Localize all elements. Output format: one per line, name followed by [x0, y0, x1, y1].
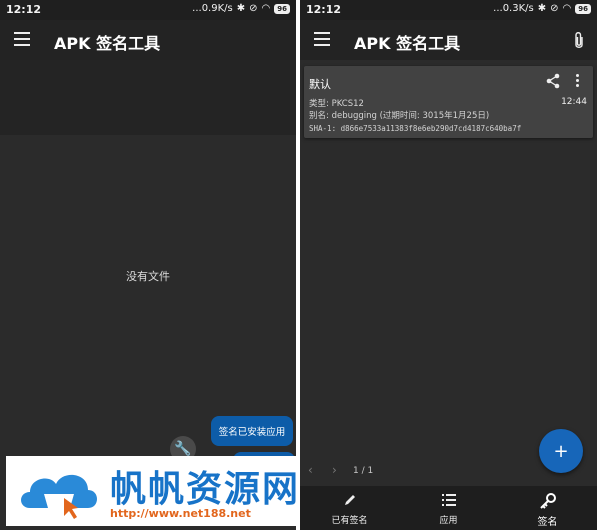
nav-item-sign[interactable]: 签名 [498, 486, 597, 530]
keystore-type: 类型: PKCS12 [309, 99, 364, 109]
header-band [0, 60, 296, 135]
network-speed: ...0.9K/s [192, 3, 233, 14]
chevron-right-icon[interactable]: › [332, 463, 337, 477]
mute-icon: ⊘ [550, 3, 559, 14]
app-bar: APK 签名工具 [0, 20, 296, 60]
nav-label: 应用 [439, 516, 458, 526]
nav-item-signed[interactable]: 已有签名 [300, 486, 399, 530]
keystore-alias: 别名: debugging (过期时间: 3015年1月25日) [309, 111, 490, 121]
battery-icon: 96 [274, 3, 290, 14]
status-bar: 12:12 ...0.9K/s ✱ ⊘ ◠ 96 [0, 0, 296, 20]
status-time: 12:12 [306, 3, 342, 16]
share-icon[interactable] [545, 73, 561, 89]
paperclip-icon[interactable] [573, 32, 585, 50]
nav-label: 已有签名 [331, 516, 368, 526]
bluetooth-icon: ✱ [236, 3, 246, 14]
app-title: APK 签名工具 [354, 34, 461, 53]
status-bar: 12:12 ...0.3K/s ✱ ⊘ ◠ 96 [300, 0, 597, 20]
watermark-title: 帆帆资源网 [110, 468, 301, 510]
list-icon [441, 494, 456, 506]
bluetooth-icon: ✱ [537, 3, 547, 14]
page-indicator: 1 / 1 [353, 466, 374, 476]
watermark-url: http://www.net188.net [110, 507, 251, 520]
keystore-card[interactable]: 默认 12:44 类型: PKCS12 别名: debugging (过期时间:… [304, 66, 593, 138]
nav-item-apps[interactable]: 应用 [399, 486, 498, 530]
more-options-icon[interactable] [576, 74, 580, 88]
card-time: 12:44 [561, 97, 587, 107]
status-icons: ...0.3K/s ✱ ⊘ ◠ 96 [493, 3, 591, 14]
card-title: 默认 [309, 78, 331, 91]
cloud-cart-logo [21, 474, 97, 519]
wifi-icon: ◠ [261, 3, 271, 14]
watermark-banner: 帆帆资源网 http://www.net188.net [6, 456, 304, 526]
network-speed: ...0.3K/s [493, 3, 534, 14]
app-title: APK 签名工具 [54, 34, 161, 53]
battery-icon: 96 [575, 3, 591, 14]
nav-label: 签名 [537, 517, 558, 528]
status-time: 12:12 [6, 3, 42, 16]
menu-icon[interactable] [314, 32, 330, 46]
empty-state-message: 没有文件 [126, 270, 170, 283]
wifi-icon: ◠ [562, 3, 572, 14]
mute-icon: ⊘ [249, 3, 258, 14]
sign-installed-app-button[interactable]: 签名已安装应用 [211, 416, 293, 446]
pager: ‹ › 1 / 1 [300, 457, 597, 485]
keystore-sha1: SHA-1: d866e7533a11383f8e6eb290d7cd4187c… [309, 124, 522, 133]
status-icons: ...0.9K/s ✱ ⊘ ◠ 96 [192, 3, 290, 14]
app-bar: APK 签名工具 [300, 20, 597, 60]
right-screen: 12:12 ...0.3K/s ✱ ⊘ ◠ 96 APK 签名工具 默认 12:… [300, 0, 597, 530]
chevron-left-icon[interactable]: ‹ [308, 463, 313, 477]
bottom-navigation: 已有签名 应用 签名 [300, 486, 597, 530]
menu-icon[interactable] [14, 32, 30, 46]
left-screen: 12:12 ...0.9K/s ✱ ⊘ ◠ 96 APK 签名工具 没有文件 签… [0, 0, 296, 530]
pencil-icon [344, 495, 355, 505]
key-icon [539, 493, 556, 509]
